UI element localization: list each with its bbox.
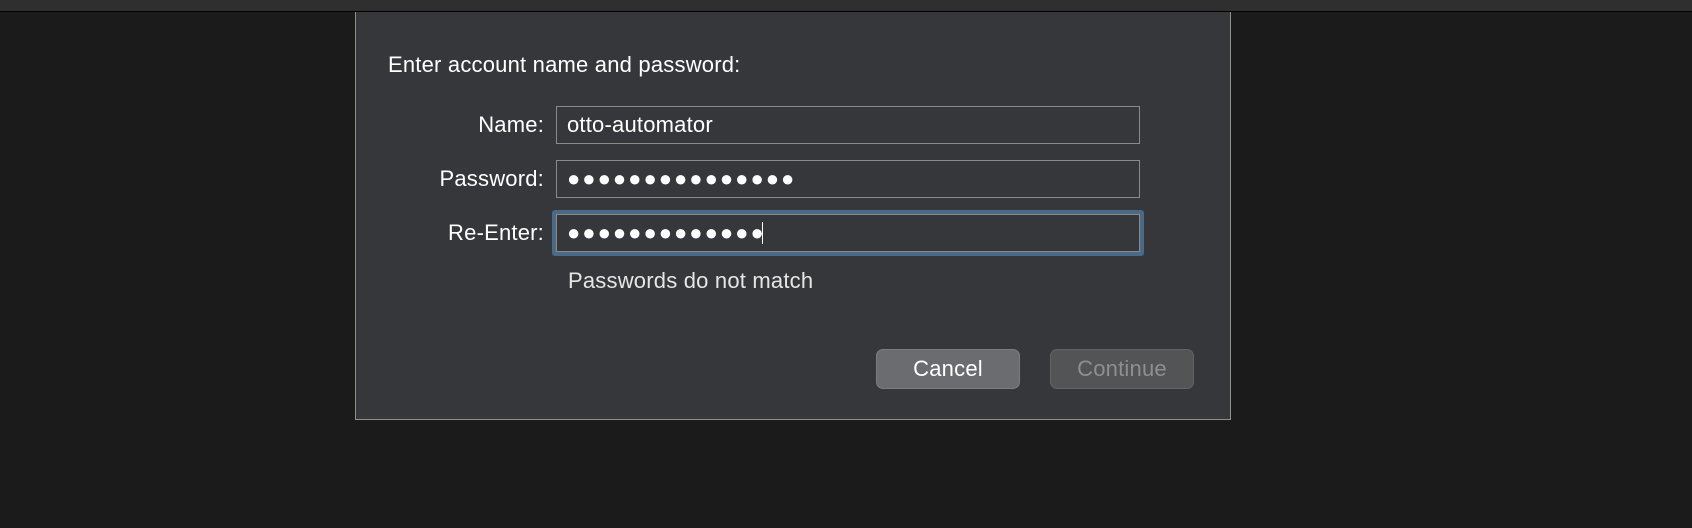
reenter-label: Re-Enter:	[408, 220, 556, 246]
name-label: Name:	[408, 112, 556, 138]
row-error: Passwords do not match	[408, 268, 1178, 294]
row-name: Name:	[408, 106, 1178, 144]
continue-button: Continue	[1050, 349, 1194, 389]
dialog-button-bar: Cancel Continue	[876, 349, 1194, 389]
credentials-dialog: Enter account name and password: Name: P…	[355, 12, 1231, 420]
error-message: Passwords do not match	[568, 268, 813, 294]
error-spacer	[408, 268, 568, 294]
row-password: Password:	[408, 160, 1178, 198]
password-input[interactable]	[556, 160, 1140, 198]
row-reenter: Re-Enter:	[408, 214, 1178, 252]
reenter-input[interactable]	[556, 214, 1140, 252]
reenter-focus-wrap	[556, 214, 1140, 252]
window-titlebar-strip	[0, 0, 1692, 12]
dialog-prompt: Enter account name and password:	[388, 52, 1178, 78]
cancel-button[interactable]: Cancel	[876, 349, 1020, 389]
password-label: Password:	[408, 166, 556, 192]
name-input[interactable]	[556, 106, 1140, 144]
